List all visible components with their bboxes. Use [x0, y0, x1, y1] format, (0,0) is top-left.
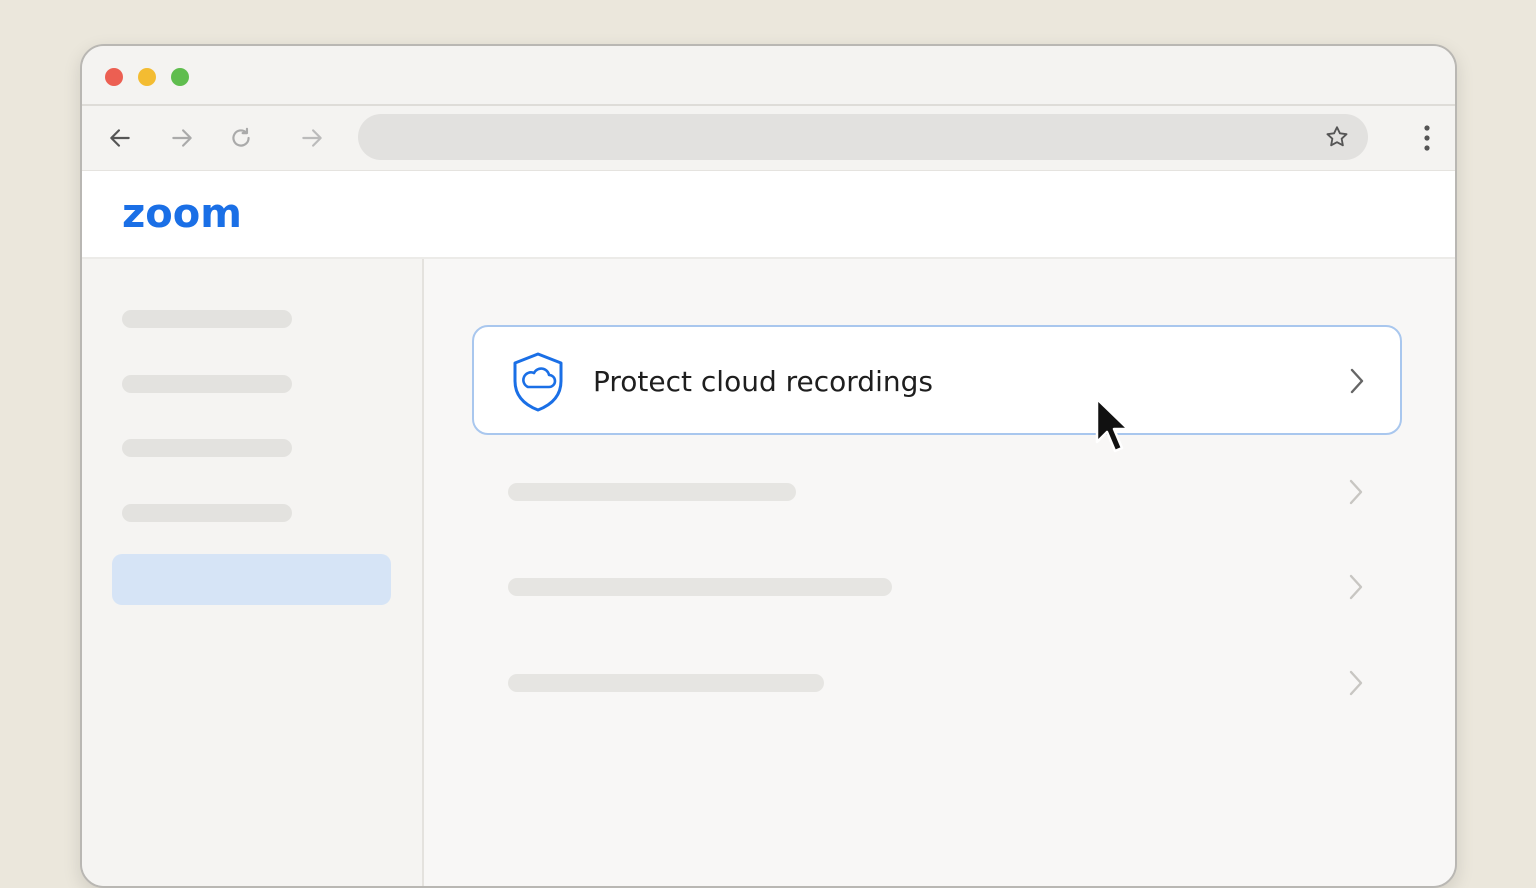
sidebar	[82, 259, 424, 886]
sidebar-item-placeholder[interactable]	[122, 439, 292, 457]
back-arrow-icon	[110, 129, 130, 147]
chevron-right-icon	[1349, 574, 1363, 600]
back-button[interactable]	[104, 122, 136, 154]
list-item-placeholder	[508, 674, 824, 692]
minimize-window-button[interactable]	[138, 68, 156, 86]
main-content: Protect cloud recordings	[424, 259, 1455, 886]
forward-arrow-icon	[172, 129, 192, 147]
sidebar-item-placeholder[interactable]	[122, 375, 292, 393]
chevron-right-icon	[1350, 368, 1364, 394]
star-icon[interactable]	[1324, 124, 1350, 150]
go-button[interactable]	[296, 122, 328, 154]
browser-window: zoom Protect cloud recordings	[80, 44, 1457, 888]
maximize-window-button[interactable]	[171, 68, 189, 86]
zoom-logo[interactable]: zoom	[122, 191, 242, 237]
list-item-placeholder	[508, 483, 796, 501]
protect-cloud-recordings-card[interactable]: Protect cloud recordings	[472, 325, 1402, 435]
reload-button[interactable]	[225, 122, 257, 154]
arrow-cursor-icon	[1095, 397, 1130, 453]
title-bar	[82, 46, 1455, 106]
list-item-placeholder	[508, 578, 892, 596]
address-bar[interactable]	[358, 114, 1368, 160]
forward-button[interactable]	[166, 122, 198, 154]
chevron-right-icon	[1349, 479, 1363, 505]
reload-icon	[232, 127, 250, 147]
chevron-right-icon	[1349, 670, 1363, 696]
sidebar-item-placeholder[interactable]	[122, 504, 292, 522]
sidebar-item-placeholder[interactable]	[122, 310, 292, 328]
sidebar-item-active[interactable]	[112, 554, 391, 605]
shield-cloud-icon	[513, 352, 563, 412]
browser-toolbar	[82, 106, 1455, 171]
close-window-button[interactable]	[105, 68, 123, 86]
go-arrow-icon	[302, 129, 322, 147]
app-header: zoom	[82, 171, 1455, 259]
kebab-menu-icon[interactable]	[1421, 124, 1433, 152]
card-title: Protect cloud recordings	[593, 365, 933, 398]
